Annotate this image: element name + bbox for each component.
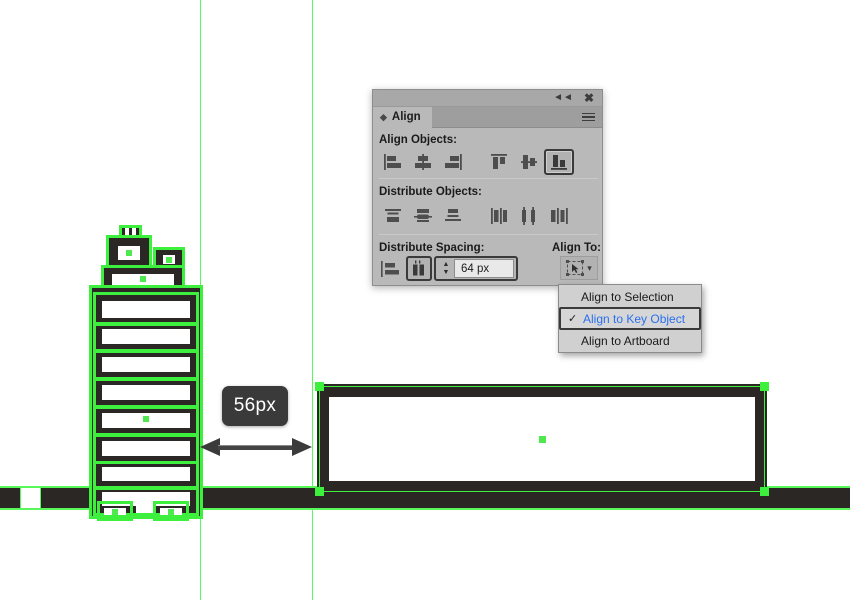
horizontal-align-left-button[interactable] — [378, 149, 408, 175]
ground-bar-gap — [20, 488, 41, 508]
measurement-arrow — [200, 437, 312, 459]
tab-align[interactable]: ◆ Align — [373, 106, 432, 128]
vertical-align-bottom-button[interactable] — [544, 149, 574, 175]
panel-tab-row: ◆ Align — [373, 106, 602, 128]
menu-item-align-to-key-object[interactable]: ✓ Align to Key Object — [559, 307, 701, 330]
handle-bottom-left[interactable] — [315, 487, 324, 496]
chevron-down-icon[interactable]: ▾ — [587, 263, 592, 274]
handle-top-right[interactable] — [760, 382, 769, 391]
menu-item-align-to-selection[interactable]: Align to Selection — [559, 286, 701, 307]
panel-title-bar: ◄◄ ✖ — [373, 90, 602, 107]
align-to-key-object-icon — [566, 259, 585, 276]
align-to-menu[interactable]: Align to Selection ✓ Align to Key Object… — [558, 284, 702, 353]
align-objects-row[interactable] — [378, 149, 574, 175]
stepper-up-icon[interactable]: ▲ — [443, 261, 450, 268]
arrow-head-right-icon — [292, 438, 312, 456]
guide-right — [312, 0, 313, 600]
divider-1 — [379, 178, 598, 179]
divider-2 — [379, 234, 598, 235]
collapse-double-chevron-icon[interactable]: ◄◄ — [553, 93, 573, 103]
horizontal-distribute-spacing-button[interactable] — [406, 256, 432, 281]
vertical-distribute-top-button[interactable] — [378, 203, 408, 229]
measurement-label: 56px — [222, 386, 288, 426]
handle-bottom-right[interactable] — [760, 487, 769, 496]
menu-item-label: Align to Selection — [581, 289, 674, 304]
checkmark-icon: ✓ — [568, 313, 578, 325]
rectangle-center-anchor — [539, 436, 546, 443]
vertical-distribute-spacing-button[interactable] — [378, 258, 404, 280]
diamond-icon: ◆ — [380, 111, 387, 122]
horizontal-align-center-button[interactable] — [408, 149, 438, 175]
menu-item-label: Align to Key Object — [583, 311, 686, 326]
rectangle-object[interactable] — [315, 382, 769, 496]
align-to-label: Align To: — [552, 242, 601, 254]
distribute-spacing-input[interactable]: 64 px — [454, 259, 514, 278]
building-illustration[interactable] — [88, 225, 204, 521]
menu-item-label: Align to Artboard — [581, 333, 670, 348]
horizontal-distribute-right-button[interactable] — [544, 203, 574, 229]
handle-top-left[interactable] — [315, 382, 324, 391]
vertical-align-center-button[interactable] — [514, 149, 544, 175]
tower-selection — [89, 285, 203, 519]
vertical-distribute-bottom-button[interactable] — [438, 203, 468, 229]
vertical-align-top-button[interactable] — [484, 149, 514, 175]
horizontal-distribute-center-button[interactable] — [514, 203, 544, 229]
align-to-dropdown-button[interactable]: ▾ — [560, 256, 598, 280]
arrow-head-left-icon — [200, 438, 220, 456]
distribute-spacing-value-control[interactable]: ▲ ▼ 64 px — [434, 256, 518, 281]
distribute-objects-label: Distribute Objects: — [379, 186, 482, 198]
vertical-distribute-center-button[interactable] — [408, 203, 438, 229]
distribute-objects-row[interactable] — [378, 203, 574, 229]
distribute-spacing-label: Distribute Spacing: — [379, 242, 485, 254]
spacing-stepper[interactable]: ▲ ▼ — [438, 261, 454, 276]
align-objects-label: Align Objects: — [379, 134, 457, 146]
horizontal-distribute-left-button[interactable] — [484, 203, 514, 229]
horizontal-align-right-button[interactable] — [438, 149, 468, 175]
arrow-shaft — [218, 445, 294, 450]
menu-item-align-to-artboard[interactable]: Align to Artboard — [559, 330, 701, 351]
stepper-down-icon[interactable]: ▼ — [443, 269, 450, 276]
tab-align-label: Align — [391, 111, 421, 123]
panel-menu-icon[interactable] — [582, 112, 595, 122]
close-icon[interactable]: ✖ — [584, 92, 594, 104]
